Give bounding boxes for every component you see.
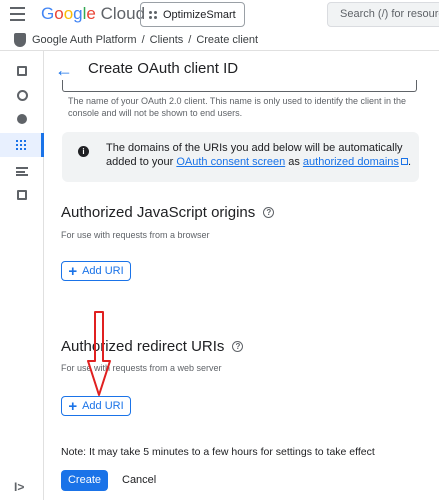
logo-letter: o: [63, 4, 74, 23]
name-field[interactable]: [62, 80, 417, 92]
name-field-hint: The name of your OAuth 2.0 client. This …: [68, 96, 407, 118]
help-icon[interactable]: ?: [232, 341, 244, 352]
js-origins-description: For use with requests from a browser: [61, 230, 210, 240]
grid-icon: [15, 140, 26, 150]
help-icon[interactable]: ?: [263, 207, 275, 218]
cancel-button[interactable]: Cancel: [122, 474, 156, 486]
info-icon: i: [78, 146, 89, 157]
breadcrumb-item-create-client: Create client: [196, 34, 259, 46]
list-settings-icon: [16, 166, 28, 176]
shield-icon: [14, 33, 26, 47]
js-origins-title: Authorized JavaScript origins?: [61, 204, 275, 221]
google-cloud-logo[interactable]: Google Cloud: [41, 4, 145, 24]
add-js-origin-button[interactable]: + Add URI: [61, 261, 131, 281]
logo-cloud-text: Cloud: [100, 4, 146, 23]
project-picker-button[interactable]: OptimizeSmart: [140, 2, 245, 27]
rail-item-data-access[interactable]: [0, 159, 44, 183]
js-origins-title-text: Authorized JavaScript origins: [61, 204, 256, 221]
oauth-consent-screen-link[interactable]: OAuth consent screen: [176, 156, 285, 168]
rail-item-verification[interactable]: [0, 183, 44, 207]
expand-rail-icon[interactable]: I>: [14, 480, 24, 494]
plus-icon: +: [68, 397, 78, 415]
menu-icon[interactable]: [10, 7, 25, 21]
info-text-part: .: [407, 156, 411, 168]
external-link-icon: [400, 158, 408, 165]
page-title: Create OAuth client ID: [88, 60, 239, 77]
project-name: OptimizeSmart: [163, 8, 236, 21]
info-banner: i The domains of the URIs you add below …: [62, 132, 419, 182]
plus-icon: +: [68, 262, 78, 280]
info-text-part: as: [285, 156, 303, 168]
add-uri-label: Add URI: [82, 265, 124, 277]
back-arrow-icon[interactable]: ←: [55, 60, 73, 81]
logo-letter: o: [54, 4, 64, 23]
logo-letter: e: [86, 4, 96, 23]
rail-item-overview[interactable]: [0, 59, 44, 83]
create-button[interactable]: Create: [61, 470, 108, 491]
project-icon: [149, 10, 157, 19]
dashboard-icon: [17, 66, 27, 76]
checkbox-icon: [17, 190, 27, 200]
add-uri-label: Add URI: [82, 400, 124, 412]
rail-item-clients[interactable]: [0, 133, 44, 157]
authorized-domains-link[interactable]: authorized domains: [303, 156, 399, 168]
search-input[interactable]: Search (/) for resources: [327, 2, 439, 27]
palette-icon: [16, 89, 28, 101]
breadcrumb-separator: /: [188, 34, 192, 46]
breadcrumb-item-auth-platform[interactable]: Google Auth Platform: [32, 34, 137, 46]
info-text: The domains of the URIs you add below wi…: [106, 141, 411, 169]
add-redirect-uri-button[interactable]: + Add URI: [61, 396, 131, 416]
rail-item-audience[interactable]: [0, 107, 44, 131]
breadcrumb-separator: /: [141, 34, 145, 46]
logo-letter: G: [41, 4, 55, 23]
propagation-note: Note: It may take 5 minutes to a few hou…: [61, 446, 375, 458]
breadcrumb-item-clients[interactable]: Clients: [150, 34, 184, 46]
top-bar: Google Cloud OptimizeSmart Search (/) fo…: [0, 0, 439, 30]
breadcrumb: Google Auth Platform / Clients / Create clie…: [0, 31, 439, 51]
red-arrow-annotation: [87, 311, 111, 396]
left-nav-rail: I>: [0, 51, 44, 500]
logo-letter: g: [73, 4, 83, 23]
rail-item-branding[interactable]: [0, 83, 44, 107]
person-icon: [17, 114, 27, 124]
